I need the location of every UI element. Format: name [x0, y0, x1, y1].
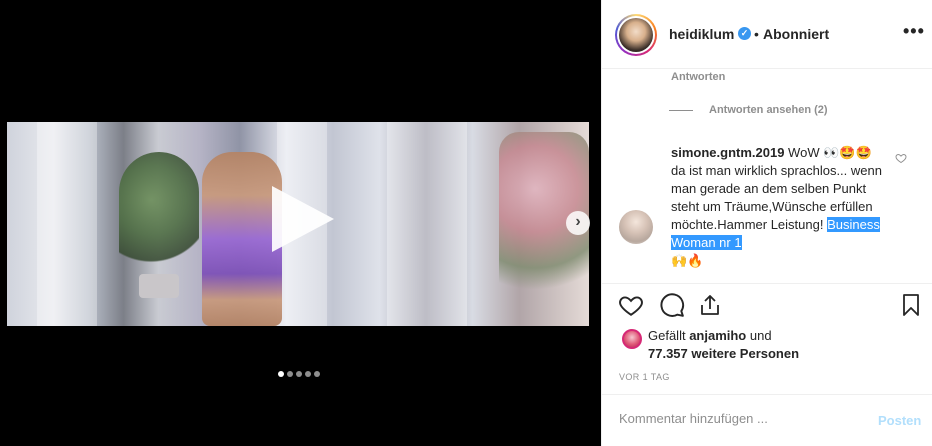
reply-button[interactable]: Antworten [671, 71, 725, 83]
liker-username[interactable]: anjamiho [689, 328, 746, 343]
commenter-username[interactable]: simone.gntm.2019 [671, 145, 784, 160]
comment-input[interactable] [619, 411, 859, 426]
share-icon[interactable] [698, 292, 722, 318]
verified-badge-icon: ✓ [738, 27, 751, 40]
view-replies-label: Antworten ansehen (2) [709, 104, 828, 116]
carousel-dot [287, 371, 293, 377]
bookmark-icon[interactable] [899, 292, 923, 318]
video-scene-plant [119, 152, 199, 272]
video-scene-column [37, 122, 97, 326]
commenter-avatar[interactable] [619, 210, 653, 244]
comment: simone.gntm.2019 WoW 👀🤩🤩da ist man wirkl… [671, 144, 886, 270]
carousel-next-button[interactable]: › [566, 211, 590, 235]
follow-status-button[interactable]: Abonniert [763, 26, 829, 42]
header-separator: • [754, 26, 759, 42]
story-ring[interactable] [615, 14, 657, 56]
more-options-icon[interactable]: ••• [903, 21, 925, 42]
comment-composer: Posten [602, 394, 932, 446]
video-scene-person [202, 152, 282, 326]
video-scene-column [387, 122, 467, 326]
likes-count-link[interactable]: 77.357 weitere Personen [648, 346, 799, 361]
carousel-dot [305, 371, 311, 377]
play-icon[interactable] [272, 186, 334, 252]
post-timestamp[interactable]: VOR 1 TAG [619, 372, 670, 382]
liker-avatar[interactable] [622, 329, 642, 349]
actions-divider [602, 283, 932, 284]
like-icon[interactable] [618, 292, 644, 318]
video-scene-pot [139, 274, 179, 298]
likes-middle: und [746, 328, 772, 343]
comment-like-icon[interactable] [895, 152, 907, 164]
author-username[interactable]: heidiklum [669, 26, 734, 42]
carousel-dot-active [278, 371, 284, 377]
likes-prefix: Gefällt [648, 328, 690, 343]
avatar [619, 18, 653, 52]
carousel-dots [278, 371, 320, 377]
comment-icon[interactable] [659, 292, 685, 318]
carousel-dot [314, 371, 320, 377]
post-header: heidiklum ✓ • Abonniert ••• [602, 0, 932, 69]
post-sidebar: heidiklum ✓ • Abonniert ••• Antworten An… [601, 0, 932, 446]
carousel-dot [296, 371, 302, 377]
view-replies-button[interactable]: Antworten ansehen (2) [669, 104, 828, 116]
likes-summary: Gefällt anjamiho und 77.357 weitere Pers… [648, 327, 908, 363]
replies-divider [669, 109, 693, 111]
comment-emoji: 🙌🔥 [671, 253, 704, 268]
post-comment-button[interactable]: Posten [878, 413, 921, 428]
media-viewer: › [0, 0, 601, 446]
